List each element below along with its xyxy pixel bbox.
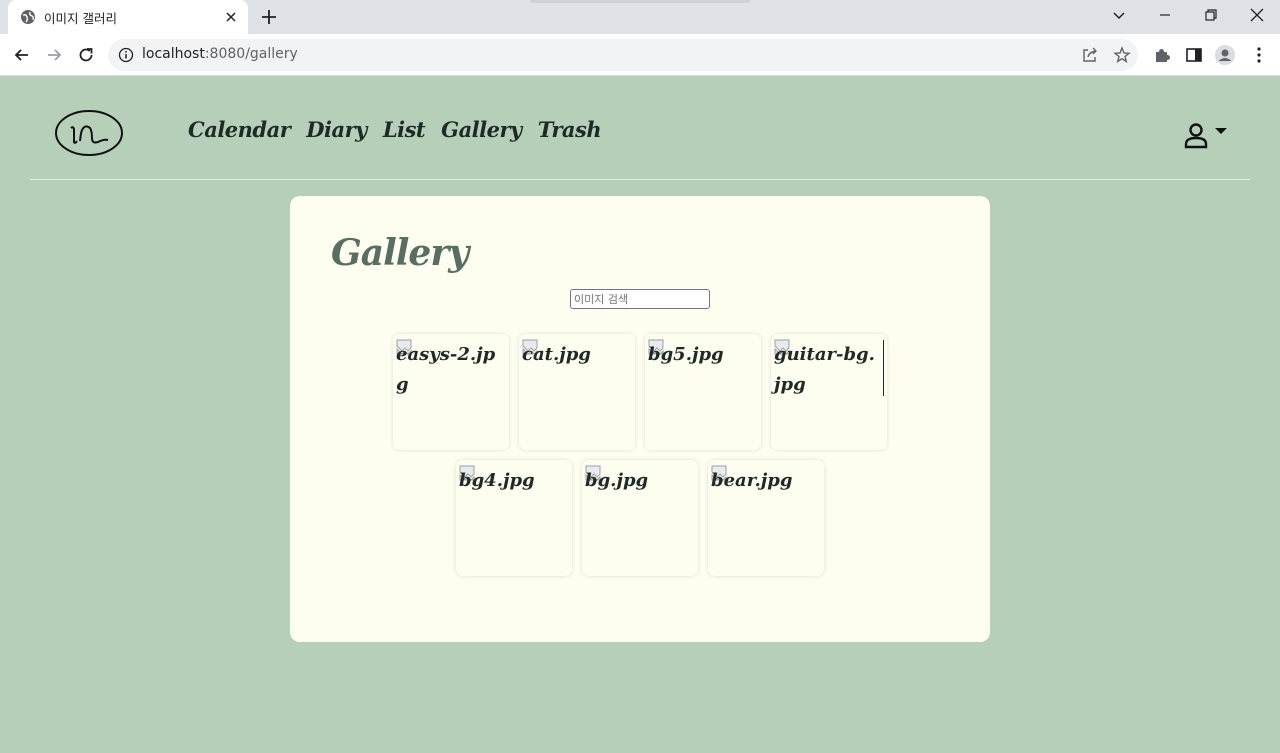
browser-tab[interactable]: 이미지 갤러리 bbox=[8, 0, 248, 34]
reload-icon[interactable] bbox=[76, 45, 96, 65]
gallery-image[interactable]: guitar-bg.jpg bbox=[771, 334, 887, 450]
new-tab-icon[interactable] bbox=[259, 7, 279, 27]
browser-tab-bar: 이미지 갤러리 bbox=[0, 0, 1280, 34]
close-tab-icon[interactable] bbox=[222, 8, 240, 26]
share-icon[interactable] bbox=[1081, 46, 1099, 64]
nav-list[interactable]: List bbox=[383, 117, 426, 142]
image-alt-text: easys-2.jpg bbox=[396, 344, 496, 395]
main-nav: Calendar Diary List Gallery Trash bbox=[188, 117, 602, 142]
user-menu-button[interactable] bbox=[1182, 121, 1238, 149]
tab-strip-indicator bbox=[530, 0, 750, 3]
nav-diary[interactable]: Diary bbox=[306, 117, 367, 142]
side-panel-icon[interactable] bbox=[1184, 45, 1204, 65]
gallery-image[interactable]: easys-2.jpg bbox=[393, 334, 509, 450]
tab-title: 이미지 갤러리 bbox=[44, 11, 117, 26]
gallery-card: Gallery easys-2.jpg cat.jpg bbox=[290, 196, 990, 642]
minimize-icon[interactable] bbox=[1154, 5, 1176, 25]
gallery-image[interactable]: bg.jpg bbox=[582, 460, 698, 576]
profile-avatar-icon[interactable] bbox=[1215, 45, 1235, 65]
nav-calendar[interactable]: Calendar bbox=[188, 117, 291, 142]
image-alt-text: guitar-bg.jpg bbox=[774, 344, 875, 395]
image-grid: easys-2.jpg cat.jpg bg5.jpg guitar-bg.jp… bbox=[290, 334, 990, 586]
image-row: bg4.jpg bg.jpg bear.jpg bbox=[290, 460, 990, 576]
user-icon bbox=[1184, 123, 1208, 149]
close-window-icon[interactable] bbox=[1246, 5, 1268, 25]
extensions-icon[interactable] bbox=[1152, 45, 1172, 65]
url-text[interactable]: localhost:8080/gallery bbox=[142, 46, 298, 62]
site-info-icon[interactable] bbox=[118, 47, 134, 63]
nav-trash[interactable]: Trash bbox=[538, 117, 602, 142]
alt-text-border bbox=[883, 340, 884, 396]
address-bar[interactable]: localhost:8080/gallery bbox=[108, 39, 1138, 71]
globe-icon bbox=[21, 10, 35, 24]
image-alt-text: bg5.jpg bbox=[648, 344, 724, 365]
gallery-image[interactable]: bg4.jpg bbox=[456, 460, 572, 576]
gallery-image[interactable]: bg5.jpg bbox=[645, 334, 761, 450]
url-path: :8080/gallery bbox=[204, 46, 298, 62]
browser-menu-icon[interactable] bbox=[1249, 45, 1269, 65]
tab-search-icon[interactable] bbox=[1108, 5, 1130, 25]
image-alt-text: bg4.jpg bbox=[459, 470, 535, 491]
restore-icon[interactable] bbox=[1200, 5, 1222, 25]
site-logo[interactable] bbox=[54, 108, 124, 158]
browser-toolbar: localhost:8080/gallery bbox=[0, 34, 1280, 76]
image-search-input[interactable] bbox=[570, 289, 710, 309]
bookmark-star-icon[interactable] bbox=[1113, 46, 1131, 64]
header-divider bbox=[30, 179, 1250, 180]
page-title: Gallery bbox=[331, 232, 469, 274]
image-alt-text: bear.jpg bbox=[711, 470, 793, 491]
back-icon[interactable] bbox=[12, 45, 32, 65]
gallery-image[interactable]: bear.jpg bbox=[708, 460, 824, 576]
chevron-down-icon bbox=[1215, 128, 1227, 134]
image-alt-text: bg.jpg bbox=[585, 470, 649, 491]
url-host: localhost bbox=[142, 46, 205, 62]
forward-icon[interactable] bbox=[44, 45, 64, 65]
image-row: easys-2.jpg cat.jpg bg5.jpg guitar-bg.jp… bbox=[290, 334, 990, 450]
nav-gallery[interactable]: Gallery bbox=[441, 117, 522, 142]
image-alt-text: cat.jpg bbox=[522, 344, 591, 365]
gallery-image[interactable]: cat.jpg bbox=[519, 334, 635, 450]
page: Calendar Diary List Gallery Trash Galler… bbox=[0, 77, 1280, 753]
